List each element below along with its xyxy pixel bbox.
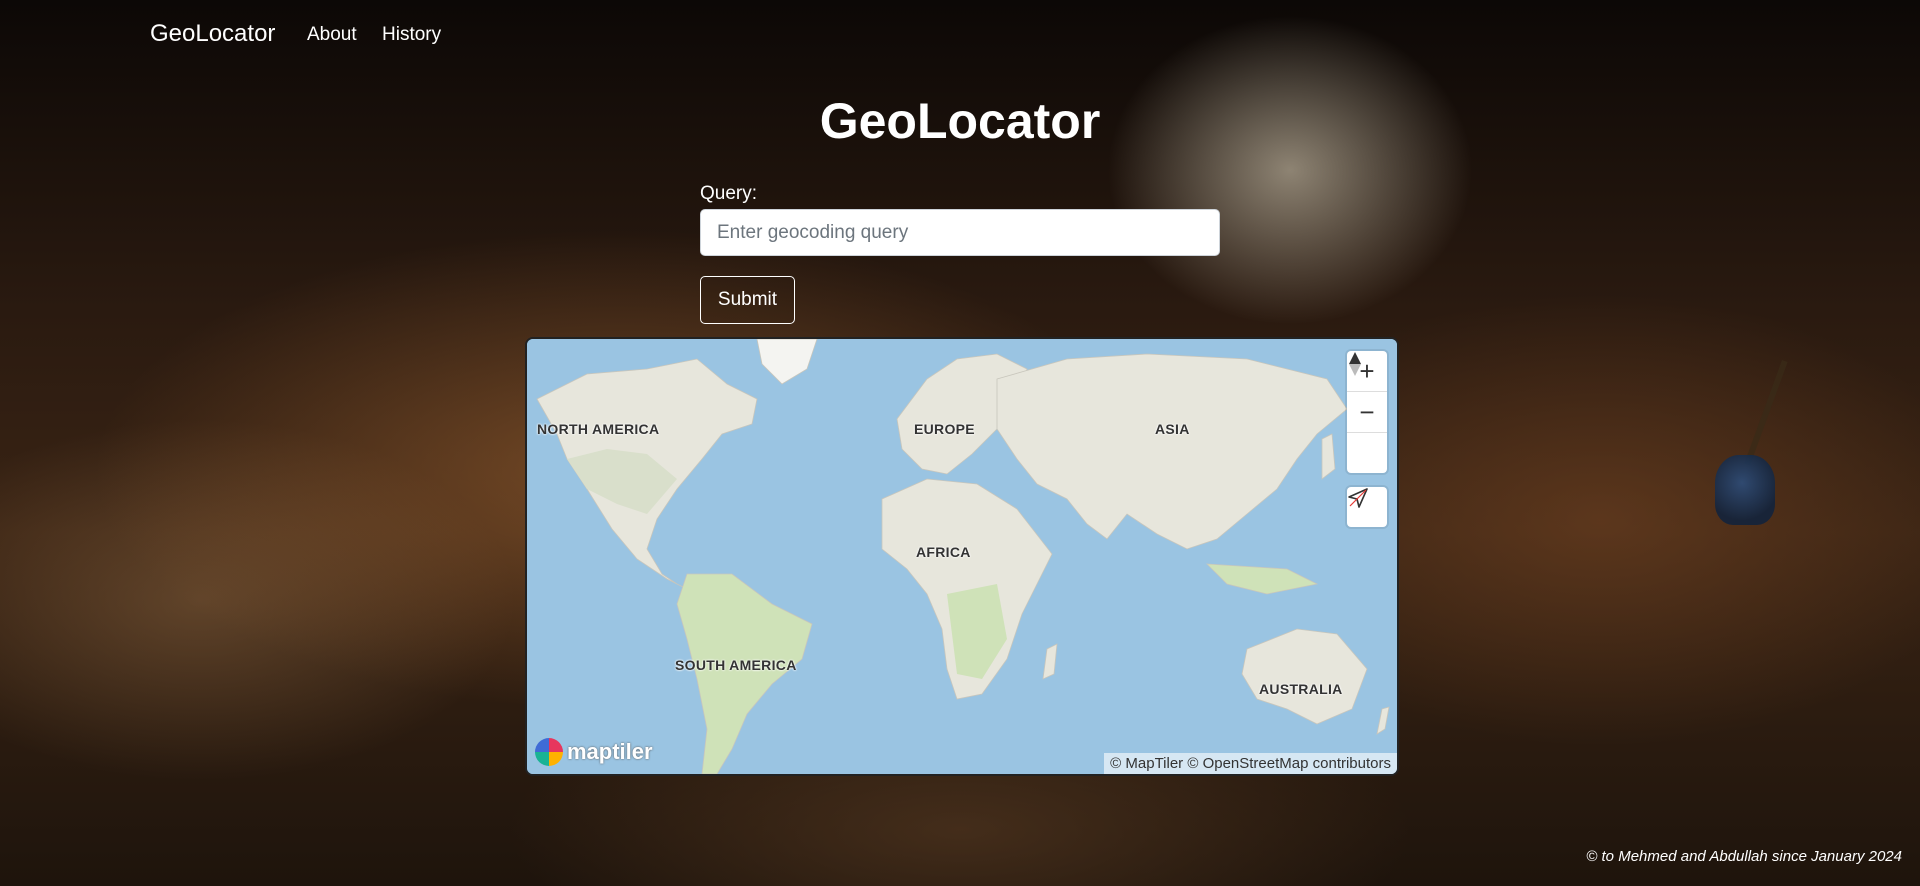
geolocate-control <box>1347 487 1387 527</box>
navigation-control: + − <box>1347 351 1387 473</box>
map-attribution[interactable]: © MapTiler © OpenStreetMap contributors <box>1104 753 1397 774</box>
compass-icon <box>1349 352 1361 376</box>
maptiler-logo[interactable]: maptiler <box>535 738 653 766</box>
map-label-south-america: SOUTH AMERICA <box>675 657 797 673</box>
maptiler-logo-icon <box>535 738 563 766</box>
nav-link-history[interactable]: History <box>382 24 441 46</box>
page-title: GeoLocator <box>819 93 1101 149</box>
map-label-asia: ASIA <box>1155 421 1190 437</box>
zoom-out-button[interactable]: − <box>1347 392 1387 433</box>
maptiler-logo-text: maptiler <box>567 739 653 764</box>
footer-text: © to Mehmed and Abdullah since January 2… <box>1586 848 1902 865</box>
compass-button[interactable] <box>1347 352 1387 473</box>
background-pin-needle <box>1744 360 1788 466</box>
map-label-australia: AUSTRALIA <box>1259 681 1343 697</box>
map-view[interactable]: NORTH AMERICA EUROPE ASIA AFRICA SOUTH A… <box>525 337 1399 776</box>
geolocate-button[interactable] <box>1347 487 1387 527</box>
navbar: GeoLocator About History <box>0 0 1920 70</box>
submit-button[interactable]: Submit <box>700 276 795 324</box>
map-label-europe: EUROPE <box>914 421 975 437</box>
nav-link-about[interactable]: About <box>307 24 357 46</box>
map-label-africa: AFRICA <box>916 544 971 560</box>
background-pushpin <box>1715 455 1775 525</box>
brand-link[interactable]: GeoLocator <box>150 20 275 48</box>
query-input[interactable] <box>700 209 1220 256</box>
query-label: Query: <box>700 183 758 204</box>
map-label-north-america: NORTH AMERICA <box>537 421 660 437</box>
geolocate-icon <box>1348 488 1368 508</box>
